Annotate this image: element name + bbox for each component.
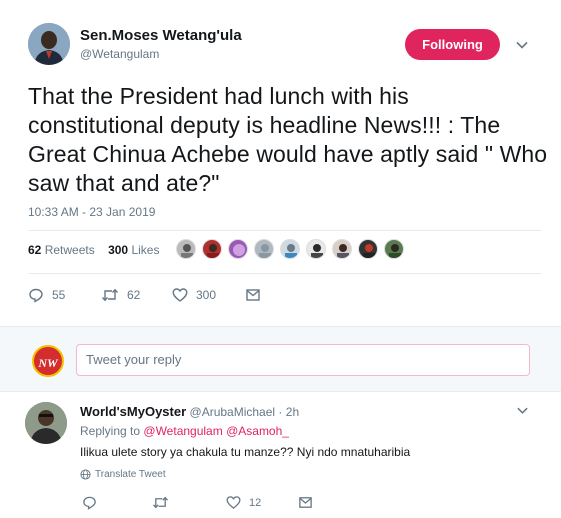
following-button[interactable]: Following	[405, 29, 500, 60]
retweet-count: 62	[127, 288, 141, 302]
message-icon	[246, 289, 260, 301]
liker-avatar[interactable]	[358, 239, 378, 259]
divider	[28, 230, 541, 231]
reply-author-handle[interactable]: @ArubaMichael	[190, 405, 276, 419]
tweet-stats: 62 Retweets 300 Likes	[28, 243, 159, 257]
author-name[interactable]: Sen.Moses Wetang'ula	[80, 27, 242, 44]
liker-avatar[interactable]	[306, 239, 326, 259]
retweet-button[interactable]: 62	[101, 286, 140, 304]
reply-like-count: 12	[249, 496, 262, 509]
heart-icon	[172, 288, 188, 302]
likes-label: Likes	[131, 243, 160, 257]
caret-down-icon[interactable]	[516, 404, 529, 417]
mention-link[interactable]: @Wetangulam	[143, 424, 222, 438]
retweet-icon	[101, 288, 119, 302]
translate-tweet-link[interactable]: Translate Tweet	[80, 469, 166, 480]
liker-avatar[interactable]	[254, 239, 274, 259]
message-icon	[299, 497, 312, 508]
reply-composer: NW Tweet your reply	[0, 326, 561, 392]
reply-time[interactable]: 2h	[286, 405, 299, 419]
replying-to-label: Replying to	[80, 424, 141, 438]
reply-actions: 12	[0, 495, 561, 511]
retweets-label: Retweets	[44, 243, 95, 257]
tweet-timestamp[interactable]: 10:33 AM - 23 Jan 2019	[28, 205, 155, 219]
reply-tweet[interactable]: World'sMyOyster @ArubaMichael · 2h Reply…	[0, 392, 561, 518]
main-tweet: Sen.Moses Wetang'ula @Wetangulam Followi…	[0, 0, 561, 326]
likes-stat[interactable]: 300 Likes	[108, 243, 159, 257]
current-user-avatar[interactable]: NW	[32, 345, 64, 377]
retweets-stat[interactable]: 62 Retweets	[28, 243, 95, 257]
author-avatar[interactable]	[28, 23, 70, 65]
tweet-text: That the President had lunch with his co…	[28, 83, 548, 196]
reply-icon	[83, 496, 96, 510]
liker-avatar[interactable]	[384, 239, 404, 259]
like-button[interactable]: 12	[226, 495, 261, 510]
translate-label: Translate Tweet	[95, 469, 166, 480]
direct-message-button[interactable]	[245, 286, 269, 304]
reply-input[interactable]: Tweet your reply	[76, 344, 530, 376]
likes-count: 300	[108, 243, 129, 257]
liker-avatar[interactable]	[280, 239, 300, 259]
reply-text: Ilikua ulete story ya chakula tu manze??…	[80, 445, 411, 459]
reply-author-name[interactable]: World'sMyOyster	[80, 404, 186, 419]
liker-avatar[interactable]	[332, 239, 352, 259]
reply-count: 55	[52, 288, 66, 302]
reply-icon	[29, 288, 43, 303]
tweet-actions: 55 62 300	[28, 286, 541, 304]
retweet-icon	[152, 496, 169, 509]
reply-author-avatar[interactable]	[25, 402, 67, 444]
reply-button[interactable]: 55	[28, 286, 65, 304]
mention-link[interactable]: @Asamoh_	[226, 424, 289, 438]
retweets-count: 62	[28, 243, 42, 257]
like-button[interactable]: 300	[172, 286, 216, 304]
reply-button[interactable]	[82, 495, 105, 510]
liker-avatar[interactable]	[176, 239, 196, 259]
reply-header: World'sMyOyster @ArubaMichael · 2h	[80, 404, 299, 419]
liker-avatar[interactable]	[202, 239, 222, 259]
reply-separator: ·	[278, 405, 283, 419]
caret-down-icon[interactable]	[515, 38, 529, 52]
heart-icon	[226, 496, 241, 509]
liker-avatar[interactable]	[228, 239, 248, 259]
retweet-button[interactable]	[152, 495, 177, 510]
globe-icon	[80, 469, 91, 480]
author-handle[interactable]: @Wetangulam	[80, 47, 159, 61]
replying-to: Replying to @Wetangulam @Asamoh_	[80, 424, 289, 438]
like-count: 300	[196, 288, 217, 302]
divider	[28, 273, 541, 274]
direct-message-button[interactable]	[298, 495, 321, 510]
